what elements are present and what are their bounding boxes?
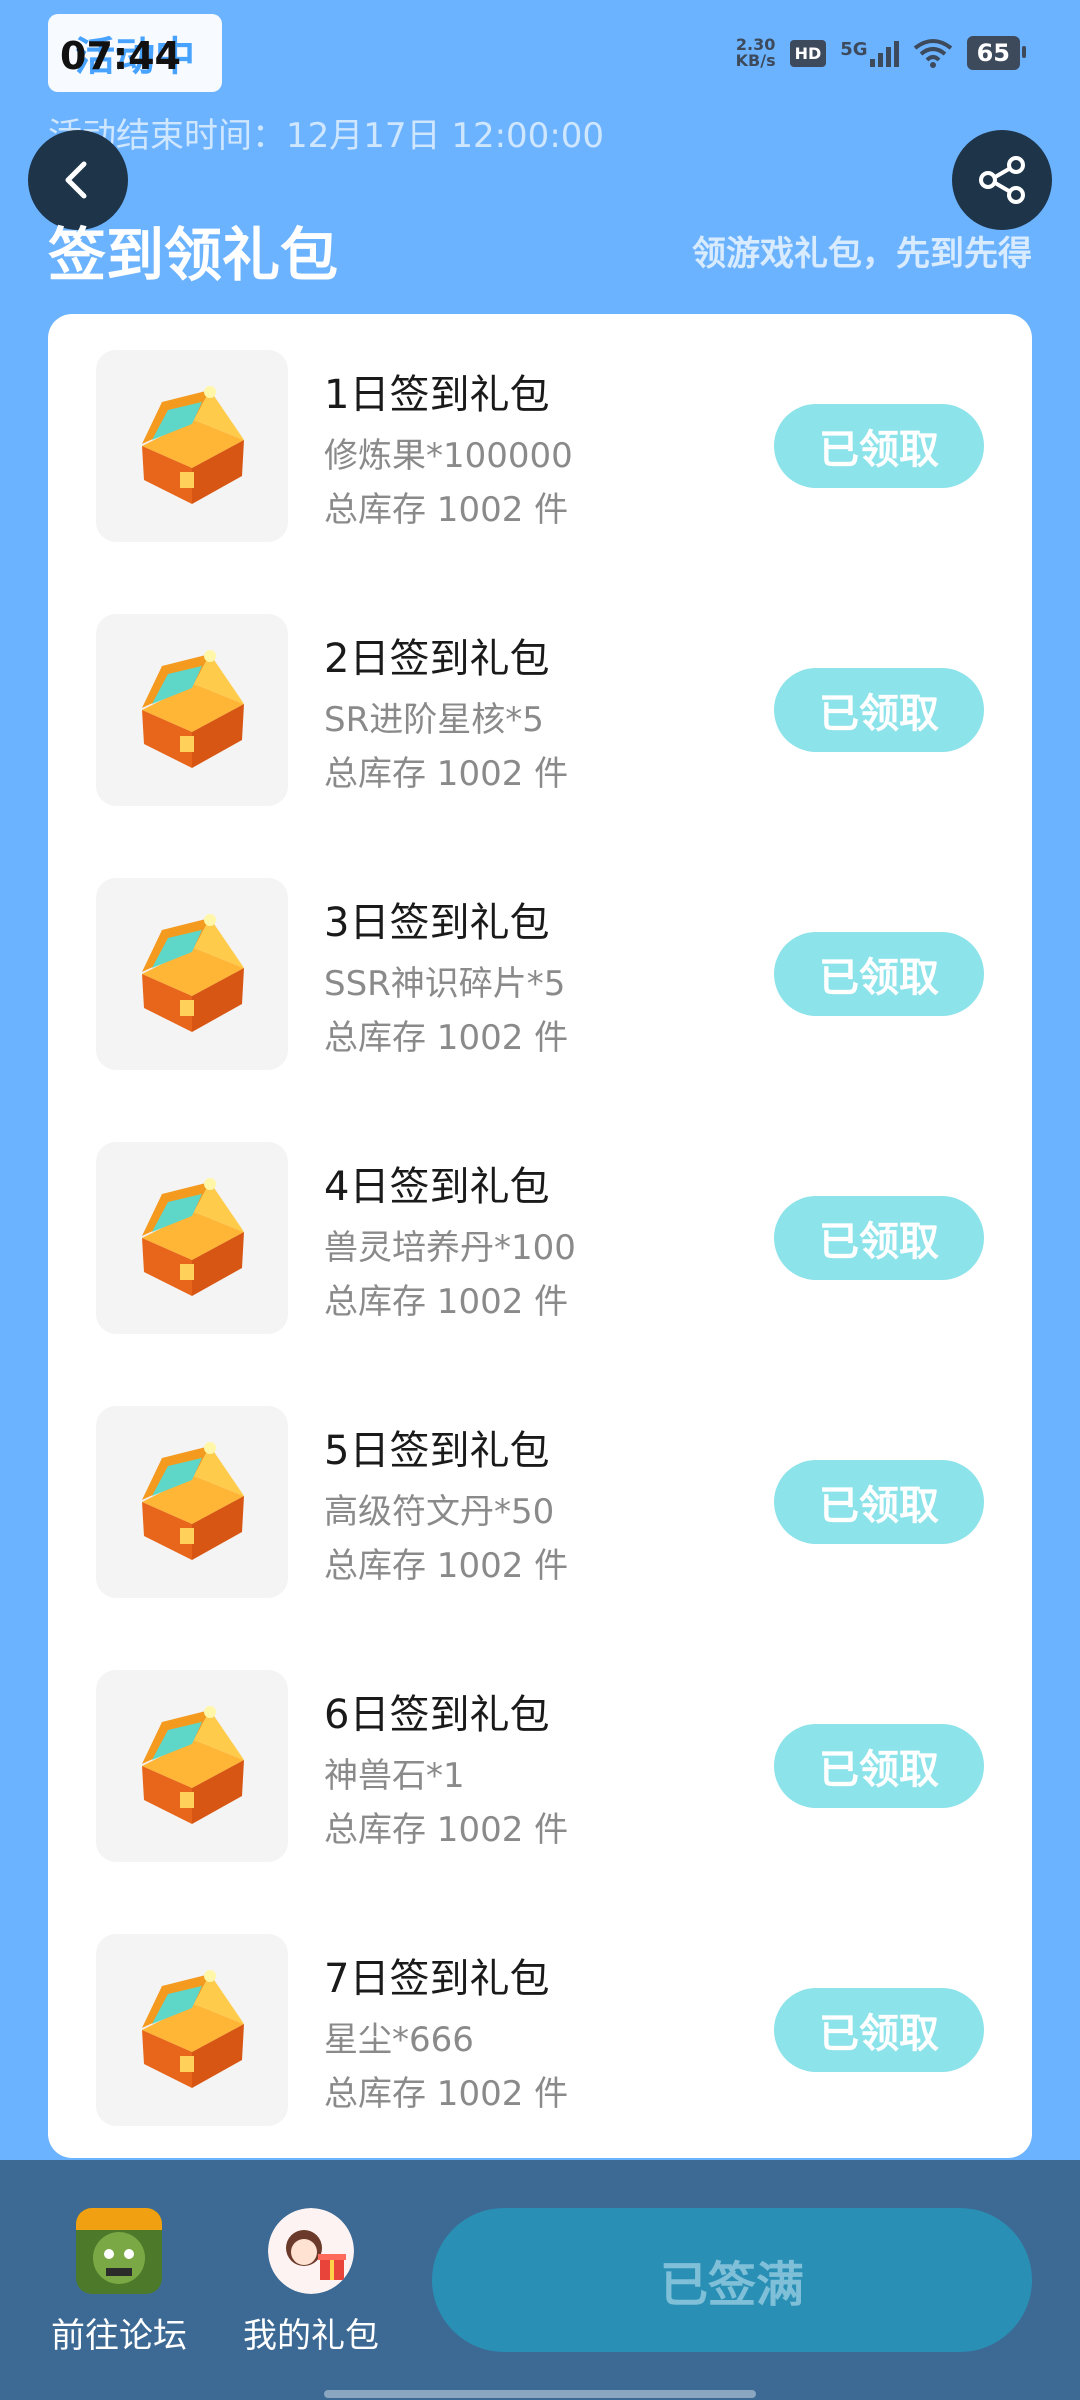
gift-name: 2日签到礼包 bbox=[324, 636, 550, 682]
status-bar: 活动中 07:44 2.30 KB/s HD 5G 65 bbox=[0, 0, 1080, 110]
gift-thumbnail bbox=[96, 1142, 288, 1334]
gift-thumbnail bbox=[96, 350, 288, 542]
my-gifts-label: 我的礼包 bbox=[243, 2316, 379, 2356]
treasure-chest-icon bbox=[142, 1442, 244, 1560]
gift-mascot-icon bbox=[268, 2208, 354, 2294]
gift-reward: 高级符文丹*50 bbox=[324, 1492, 555, 1532]
gift-reward: SSR神识碎片*5 bbox=[324, 964, 566, 1004]
gift-name: 3日签到礼包 bbox=[324, 900, 550, 946]
gift-stock: 总库存 1002 件 bbox=[324, 1546, 569, 1586]
gift-row: 4日签到礼包 兽灵培养丹*100 总库存 1002 件 已领取 bbox=[48, 1142, 1032, 1334]
gift-stock: 总库存 1002 件 bbox=[324, 1810, 569, 1850]
gift-row: 3日签到礼包 SSR神识碎片*5 总库存 1002 件 已领取 bbox=[48, 878, 1032, 1070]
game-avatar-icon bbox=[76, 2208, 162, 2294]
gift-row: 7日签到礼包 星尘*666 总库存 1002 件 已领取 bbox=[48, 1934, 1032, 2126]
gift-reward: 兽灵培养丹*100 bbox=[324, 1228, 576, 1268]
network-speed-unit: KB/s bbox=[735, 51, 776, 70]
my-gifts-button[interactable]: 我的礼包 bbox=[226, 2208, 396, 2357]
treasure-chest-icon bbox=[142, 1706, 244, 1824]
gift-stock: 总库存 1002 件 bbox=[324, 754, 569, 794]
gift-thumbnail bbox=[96, 1934, 288, 2126]
claimed-button[interactable]: 已领取 bbox=[774, 668, 984, 752]
network-speed: 2.30 KB/s bbox=[736, 37, 776, 69]
cellular-signal-icon: 5G bbox=[840, 39, 899, 67]
gift-row: 6日签到礼包 神兽石*1 总库存 1002 件 已领取 bbox=[48, 1670, 1032, 1862]
chevron-left-icon bbox=[65, 161, 87, 199]
gift-stock: 总库存 1002 件 bbox=[324, 490, 569, 530]
status-icons: 2.30 KB/s HD 5G 65 bbox=[736, 36, 1027, 70]
claimed-button[interactable]: 已领取 bbox=[774, 1988, 984, 2072]
activity-end-time: 活动结束时间：12月17日 12:00:00 bbox=[48, 116, 605, 156]
bottom-action-bar: 前往论坛 我的礼包 已签满 bbox=[0, 2160, 1080, 2400]
battery-icon: 65 bbox=[966, 36, 1027, 70]
gift-name: 7日签到礼包 bbox=[324, 1956, 550, 2002]
gift-reward: 修炼果*100000 bbox=[324, 436, 573, 476]
network-type-label: 5G bbox=[840, 39, 868, 60]
treasure-chest-icon bbox=[142, 914, 244, 1032]
share-button[interactable] bbox=[952, 130, 1052, 230]
gift-reward: 星尘*666 bbox=[324, 2020, 474, 2060]
home-indicator[interactable] bbox=[324, 2390, 756, 2398]
gift-thumbnail bbox=[96, 878, 288, 1070]
claimed-button[interactable]: 已领取 bbox=[774, 932, 984, 1016]
claimed-button[interactable]: 已领取 bbox=[774, 1724, 984, 1808]
claimed-button[interactable]: 已领取 bbox=[774, 1460, 984, 1544]
signed-full-button[interactable]: 已签满 bbox=[432, 2208, 1032, 2352]
status-time: 07:44 bbox=[60, 34, 181, 78]
hd-icon: HD bbox=[789, 39, 827, 67]
share-icon bbox=[979, 156, 1025, 204]
gift-row: 2日签到礼包 SR进阶星核*5 总库存 1002 件 已领取 bbox=[48, 614, 1032, 806]
gift-stock: 总库存 1002 件 bbox=[324, 2074, 569, 2114]
treasure-chest-icon bbox=[142, 386, 244, 504]
wifi-icon bbox=[913, 39, 952, 68]
gift-reward: 神兽石*1 bbox=[324, 1756, 465, 1796]
claimed-button[interactable]: 已领取 bbox=[774, 1196, 984, 1280]
gift-name: 1日签到礼包 bbox=[324, 372, 550, 418]
gift-stock: 总库存 1002 件 bbox=[324, 1282, 569, 1322]
gift-stock: 总库存 1002 件 bbox=[324, 1018, 569, 1058]
gift-name: 5日签到礼包 bbox=[324, 1428, 550, 1474]
go-to-forum-button[interactable]: 前往论坛 bbox=[34, 2208, 204, 2357]
claimed-button[interactable]: 已领取 bbox=[774, 404, 984, 488]
gift-list-card: 1日签到礼包 修炼果*100000 总库存 1002 件 已领取 2日签到礼包 … bbox=[48, 314, 1032, 2158]
gift-row: 1日签到礼包 修炼果*100000 总库存 1002 件 已领取 bbox=[48, 350, 1032, 542]
gift-thumbnail bbox=[96, 1670, 288, 1862]
treasure-chest-icon bbox=[142, 1970, 244, 2088]
gift-name: 4日签到礼包 bbox=[324, 1164, 550, 1210]
gift-name: 6日签到礼包 bbox=[324, 1692, 550, 1738]
gift-row: 5日签到礼包 高级符文丹*50 总库存 1002 件 已领取 bbox=[48, 1406, 1032, 1598]
page-title: 签到领礼包 bbox=[48, 221, 339, 289]
gift-reward: SR进阶星核*5 bbox=[324, 700, 544, 740]
gift-thumbnail bbox=[96, 614, 288, 806]
treasure-chest-icon bbox=[142, 1178, 244, 1296]
go-to-forum-label: 前往论坛 bbox=[51, 2316, 187, 2356]
treasure-chest-icon bbox=[142, 650, 244, 768]
page-subtitle: 领游戏礼包，先到先得 bbox=[692, 234, 1032, 274]
gift-thumbnail bbox=[96, 1406, 288, 1598]
